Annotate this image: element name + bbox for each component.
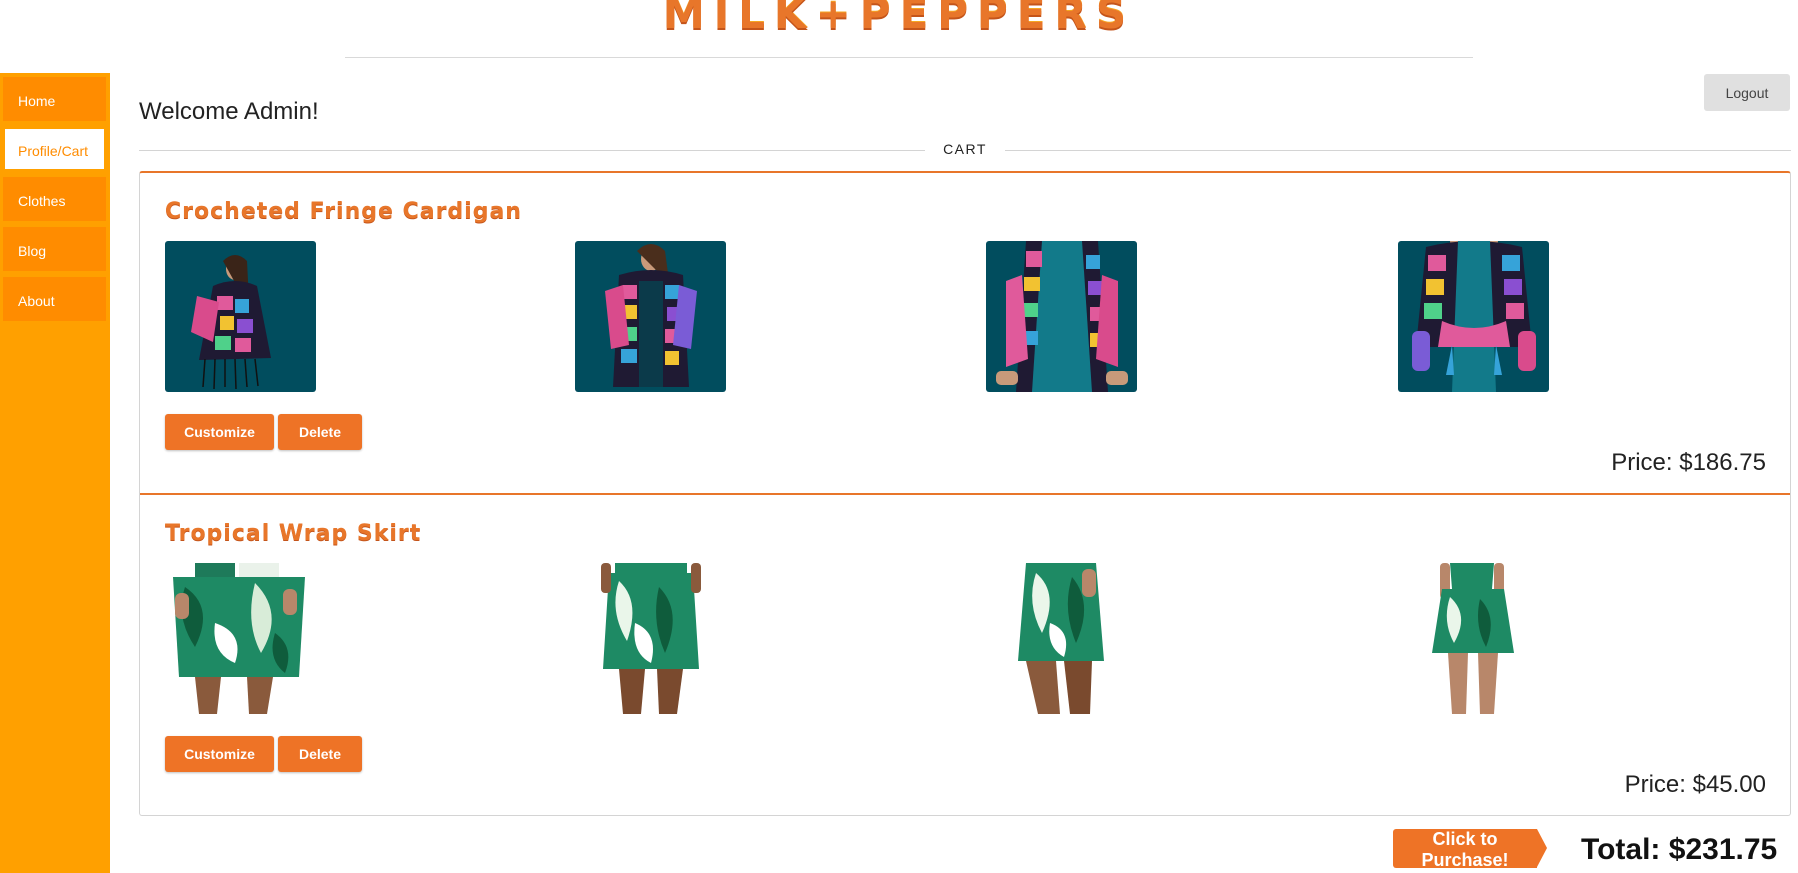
cart-section-label: CART	[943, 141, 987, 157]
site-logo[interactable]: MILK+PEPPERS	[663, 0, 1135, 36]
sidebar-item-blog[interactable]: Blog	[3, 227, 106, 271]
sidebar-item-about[interactable]: About	[3, 277, 106, 321]
product-image[interactable]	[165, 563, 316, 714]
cart-total: Total: $231.75	[1581, 833, 1778, 866]
sidebar-item-home[interactable]: Home	[3, 77, 106, 121]
purchase-button[interactable]: Click to Purchase!	[1393, 829, 1537, 870]
product-image[interactable]	[165, 241, 316, 392]
cart-item: Crocheted Fringe Cardigan Customize Dele…	[140, 173, 1790, 495]
purchase-arrow-icon	[1537, 829, 1547, 867]
product-image[interactable]	[1398, 563, 1549, 714]
sidebar-item-clothes[interactable]: Clothes	[3, 177, 106, 221]
product-image[interactable]	[986, 563, 1137, 714]
product-image[interactable]	[575, 563, 726, 714]
cart-list: Crocheted Fringe Cardigan Customize Dele…	[139, 171, 1791, 816]
item-price: Price: $186.75	[1611, 449, 1766, 476]
cart-section-divider: CART	[139, 140, 1791, 160]
item-price: Price: $45.00	[1624, 771, 1766, 798]
customize-button[interactable]: Customize	[165, 736, 274, 772]
divider-line	[1005, 150, 1791, 151]
brand-header: MILK+PEPPERS	[0, 0, 1798, 36]
header-divider	[345, 57, 1473, 58]
sidebar-item-profile-cart[interactable]: Profile/Cart	[3, 127, 106, 171]
welcome-heading: Welcome Admin!	[139, 98, 319, 125]
delete-button[interactable]: Delete	[278, 414, 362, 450]
product-image[interactable]	[986, 241, 1137, 392]
product-image[interactable]	[1398, 241, 1549, 392]
product-image[interactable]	[575, 241, 726, 392]
logout-button[interactable]: Logout	[1704, 74, 1790, 111]
customize-button[interactable]: Customize	[165, 414, 274, 450]
sidebar-nav: Home Profile/Cart Clothes Blog About	[0, 73, 110, 873]
delete-button[interactable]: Delete	[278, 736, 362, 772]
divider-line	[139, 150, 925, 151]
cart-item-title: Crocheted Fringe Cardigan	[165, 199, 522, 224]
cart-item-title: Tropical Wrap Skirt	[165, 521, 422, 546]
cart-item: Tropical Wrap Skirt Customize Delete Pri…	[140, 495, 1790, 816]
